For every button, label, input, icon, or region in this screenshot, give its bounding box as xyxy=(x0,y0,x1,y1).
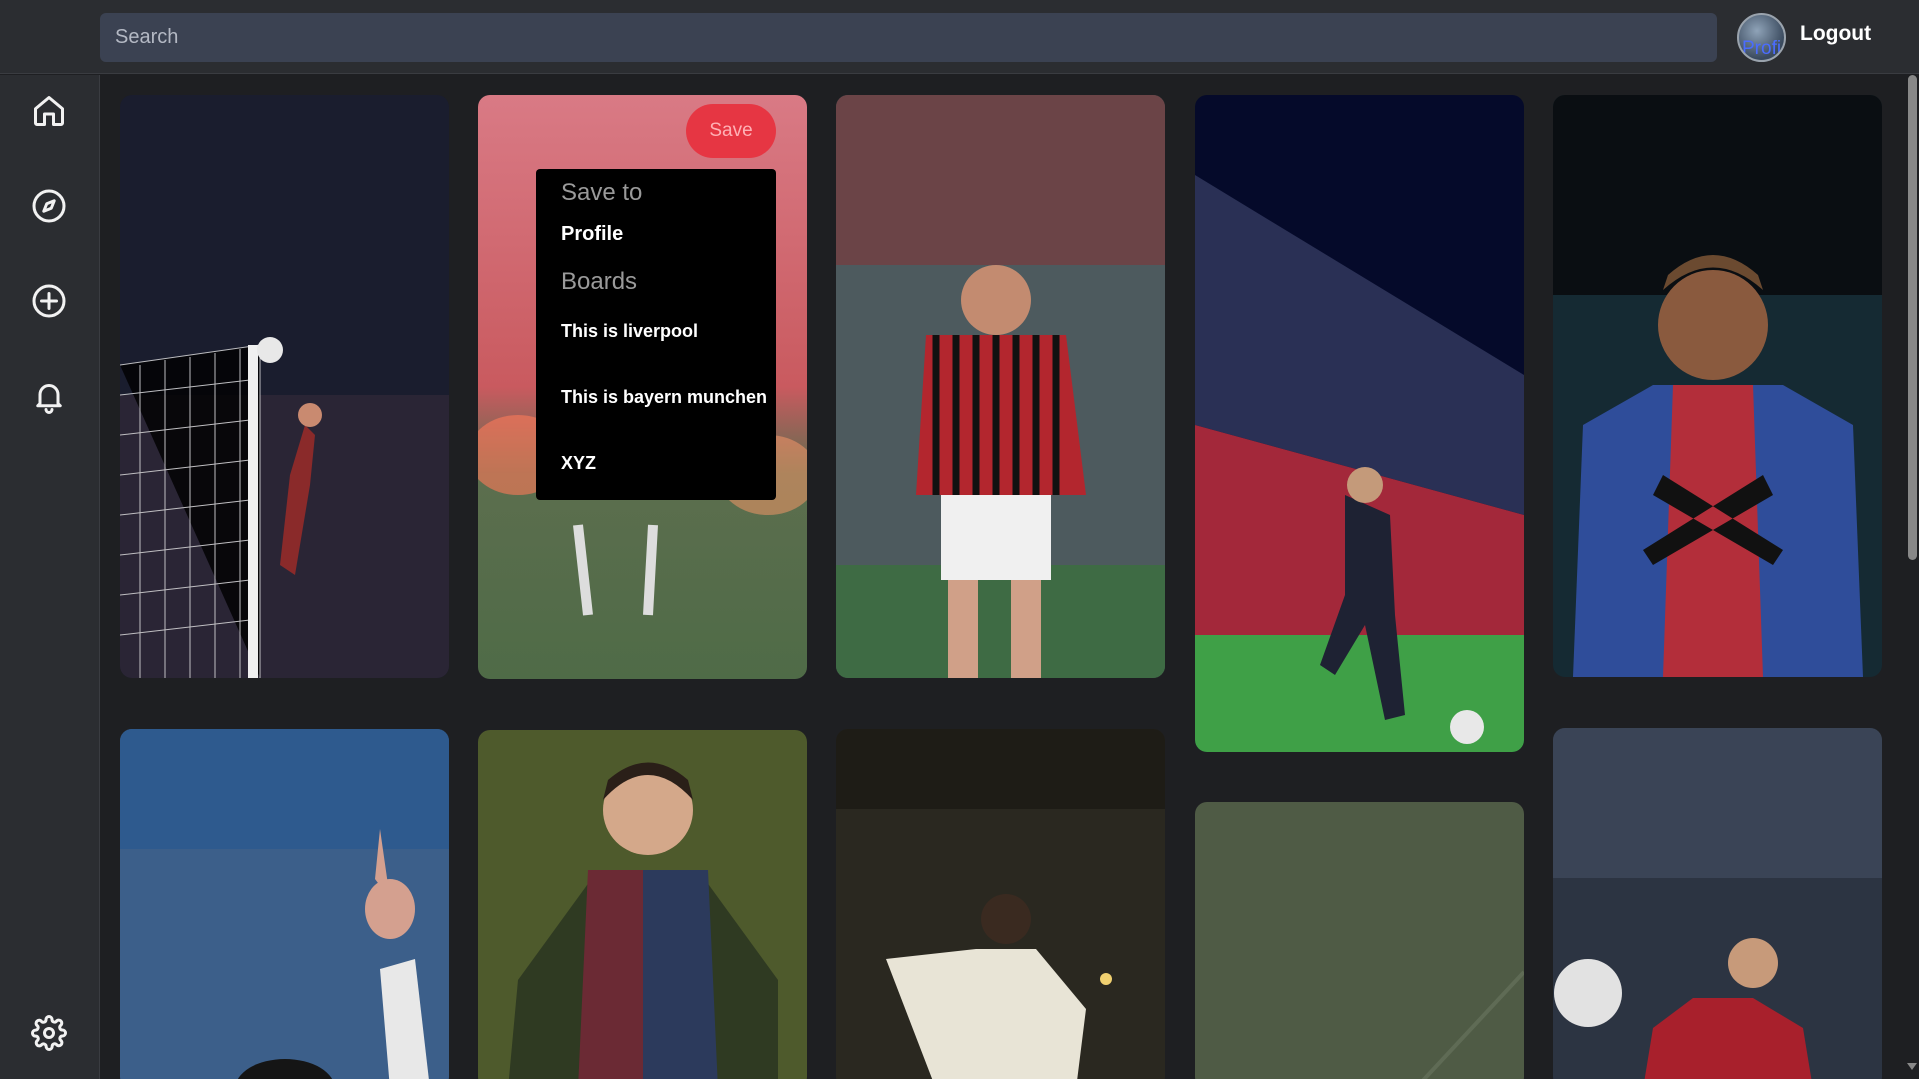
sidebar xyxy=(0,75,100,1079)
avatar-alt-text: Profi xyxy=(1742,38,1782,59)
bell-icon[interactable] xyxy=(31,378,67,414)
pin-card-barca-player[interactable] xyxy=(1553,95,1882,677)
menu-item-profile[interactable]: Profile xyxy=(561,223,623,246)
pin-card-stadium-kick[interactable] xyxy=(1195,95,1524,752)
search-input[interactable] xyxy=(100,13,1717,62)
save-to-heading: Save to xyxy=(561,179,643,206)
save-button[interactable]: Save xyxy=(686,104,776,158)
pin-card-milan-player[interactable] xyxy=(836,95,1165,678)
save-to-menu: Save to Profile Boards This is liverpool… xyxy=(536,169,776,500)
top-bar: Profi Logout xyxy=(0,0,1919,74)
pin-card-pitch[interactable] xyxy=(1195,802,1524,1079)
pin-card-blue-player[interactable] xyxy=(120,729,449,1079)
scrollbar[interactable] xyxy=(1905,75,1919,1079)
compass-icon[interactable] xyxy=(31,188,67,224)
boards-heading: Boards xyxy=(561,268,638,295)
logout-button[interactable]: Logout xyxy=(1800,22,1871,46)
pin-card-madrid-player[interactable] xyxy=(836,729,1165,1079)
plus-circle-icon[interactable] xyxy=(31,283,67,319)
scroll-down-icon[interactable] xyxy=(1907,1063,1917,1070)
pin-card-xavi[interactable] xyxy=(478,730,807,1079)
home-icon[interactable] xyxy=(31,93,67,129)
menu-item-board[interactable]: This is liverpool xyxy=(561,321,698,342)
menu-item-board[interactable]: XYZ xyxy=(561,453,596,474)
scrollbar-thumb[interactable] xyxy=(1908,75,1917,560)
avatar[interactable]: Profi xyxy=(1737,13,1786,62)
gear-icon[interactable] xyxy=(31,1015,67,1051)
pin-card-goalkeeper[interactable] xyxy=(120,95,449,678)
pin-card-liverpool-player[interactable] xyxy=(1553,728,1882,1079)
menu-item-board[interactable]: This is bayern munchen xyxy=(561,387,767,408)
